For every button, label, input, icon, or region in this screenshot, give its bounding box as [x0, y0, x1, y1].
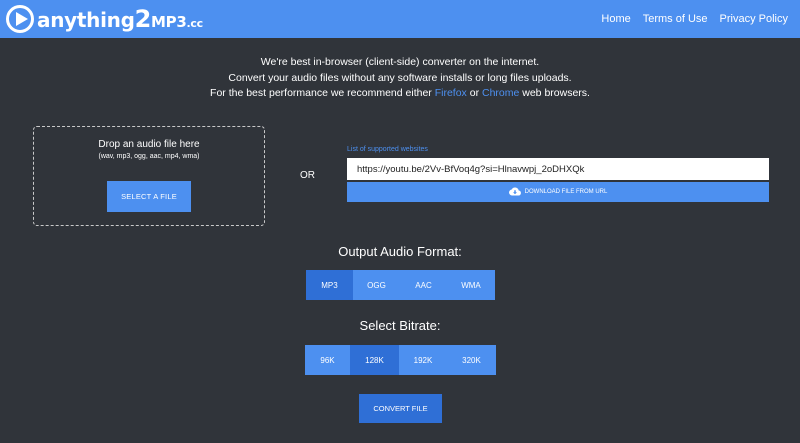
bitrate-192k-button[interactable]: 192K	[399, 345, 447, 375]
supported-websites-link[interactable]: List of supported websites	[347, 146, 428, 153]
format-wma-button[interactable]: WMA	[447, 270, 495, 300]
intro-line-3-after: web browsers.	[519, 87, 590, 99]
nav-terms-link[interactable]: Terms of Use	[643, 13, 708, 25]
logo-text: anything2MP3.cc	[37, 5, 203, 33]
format-ogg-button[interactable]: OGG	[353, 270, 400, 300]
bitrate-128k-button[interactable]: 128K	[350, 345, 399, 375]
intro-line-3: For the best performance we recommend ei…	[0, 86, 800, 102]
intro-line-3-or: or	[466, 87, 482, 99]
cloud-download-icon	[508, 186, 521, 198]
intro-line-3-before: For the best performance we recommend ei…	[210, 87, 435, 99]
intro-text: We're best in-browser (client-side) conv…	[0, 55, 800, 102]
or-label: OR	[300, 170, 315, 181]
logo-text-mp3: MP3	[151, 13, 187, 31]
dropzone-formats: (wav, mp3, ogg, aac, mp4, wma)	[98, 153, 200, 160]
convert-file-button[interactable]: CONVERT FILE	[359, 394, 442, 423]
url-input[interactable]	[347, 158, 769, 180]
select-file-button[interactable]: SELECT A FILE	[107, 181, 191, 212]
play-icon	[6, 5, 34, 33]
logo-text-cc: .cc	[186, 17, 203, 30]
nav-links: Home Terms of Use Privacy Policy	[601, 0, 788, 38]
format-title: Output Audio Format:	[338, 244, 462, 259]
format-aac-button[interactable]: AAC	[400, 270, 447, 300]
bitrate-320k-button[interactable]: 320K	[447, 345, 496, 375]
intro-line-2: Convert your audio files without any sof…	[228, 71, 572, 84]
audio-dropzone[interactable]: Drop an audio file here (wav, mp3, ogg, …	[33, 126, 265, 226]
format-button-group: MP3 OGG AAC WMA	[306, 270, 495, 300]
intro-line-1: We're best in-browser (client-side) conv…	[260, 56, 540, 68]
logo-text-two: 2	[134, 5, 152, 33]
download-button-label: DOWNLOAD FILE FROM URL	[524, 189, 608, 195]
nav-home-link[interactable]: Home	[601, 13, 630, 25]
format-mp3-button[interactable]: MP3	[306, 270, 353, 300]
download-from-url-button[interactable]: DOWNLOAD FILE FROM URL	[347, 182, 769, 202]
nav-privacy-link[interactable]: Privacy Policy	[720, 13, 788, 25]
header-bar: anything2MP3.cc Home Terms of Use Privac…	[0, 0, 800, 38]
bitrate-96k-button[interactable]: 96K	[305, 345, 350, 375]
chrome-link[interactable]: Chrome	[482, 87, 519, 99]
bitrate-title: Select Bitrate:	[359, 318, 441, 333]
logo[interactable]: anything2MP3.cc	[6, 4, 203, 34]
firefox-link[interactable]: Firefox	[435, 87, 467, 99]
dropzone-title: Drop an audio file here	[98, 139, 200, 150]
logo-text-main: anything	[37, 8, 135, 32]
bitrate-button-group: 96K 128K 192K 320K	[305, 345, 496, 375]
